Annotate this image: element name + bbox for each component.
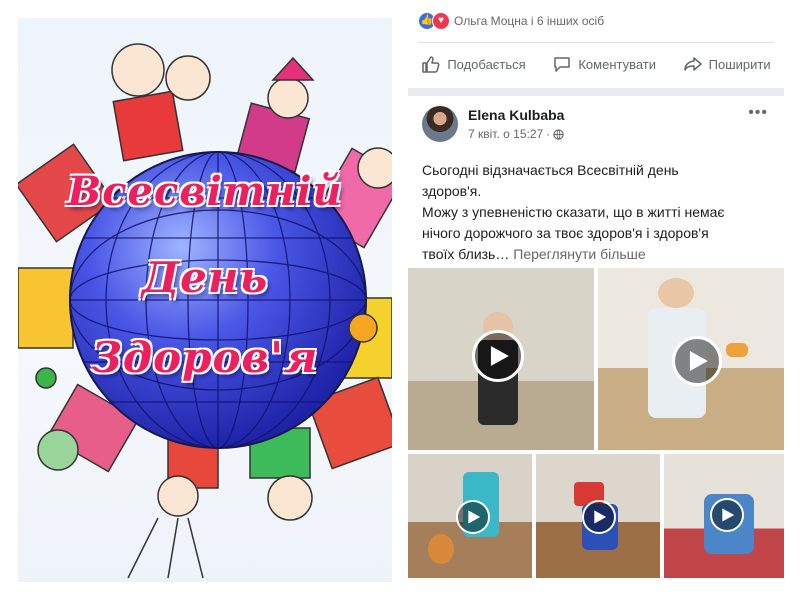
world-health-day-poster: Всесвітній День Здоров'я	[18, 18, 392, 582]
post-text-line: Сьогодні відзначається Всесвітній день	[422, 162, 679, 178]
like-label: Подобається	[447, 56, 526, 72]
play-button[interactable]	[472, 330, 524, 382]
comment-label: Коментувати	[578, 56, 657, 72]
like-button[interactable]: Подобається	[421, 54, 526, 74]
play-icon	[468, 510, 481, 524]
author-avatar[interactable]	[422, 106, 458, 142]
play-button[interactable]	[456, 500, 490, 534]
play-icon	[594, 510, 607, 524]
poster-title-line1: Всесвітній	[67, 168, 343, 215]
facebook-feed: 👍 ♥ Ольга Моцна і 6 інших осіб Подобаєть…	[408, 0, 784, 600]
play-button[interactable]	[710, 498, 744, 532]
thumbs-up-icon	[422, 56, 440, 73]
comment-icon	[554, 57, 571, 72]
video-thumbnail[interactable]	[664, 454, 784, 578]
meta-dot: ·	[546, 127, 551, 141]
post-actions-bar: Подобається Коментувати Поширити	[408, 47, 784, 81]
see-more-link[interactable]: Переглянути більше	[513, 246, 645, 262]
divider	[418, 42, 774, 43]
child-figure	[658, 278, 694, 308]
post-timestamp[interactable]: 7 квіт. о 15:27	[468, 127, 543, 141]
share-label: Поширити	[708, 56, 771, 72]
more-options-icon[interactable]: •••	[748, 104, 768, 122]
play-button[interactable]	[672, 336, 722, 386]
post-author[interactable]: Elena Kulbaba	[468, 107, 564, 123]
poster-title-line3: Здоров'я	[91, 333, 319, 382]
post-text-line: здоров'я.	[422, 183, 482, 199]
love-reaction-icon: ♥	[432, 12, 450, 30]
oranges	[726, 343, 748, 357]
video-thumbnail[interactable]	[408, 454, 532, 578]
video-thumbnail[interactable]	[598, 268, 784, 450]
poster-title-line2: День	[141, 253, 269, 302]
post-text: Сьогодні відзначається Всесвітній день з…	[422, 160, 774, 265]
post-text-line: твоїх близь…	[422, 246, 510, 262]
globe-privacy-icon	[553, 128, 564, 140]
play-icon	[722, 508, 735, 522]
comment-button[interactable]: Коментувати	[552, 54, 656, 74]
video-thumbnail[interactable]	[536, 454, 660, 578]
play-icon	[689, 351, 708, 371]
share-button[interactable]: Поширити	[683, 54, 771, 74]
reactions-summary[interactable]: 👍 ♥ Ольга Моцна і 6 інших осіб	[418, 12, 604, 30]
reactions-text: Ольга Моцна і 6 інших осіб	[454, 14, 605, 28]
post-text-line: нічого дорожчого за твоє здоров'я і здор…	[422, 225, 709, 241]
share-arrow-icon	[683, 57, 702, 71]
cat	[428, 534, 454, 564]
video-thumbnail[interactable]	[408, 268, 594, 450]
feed-separator	[408, 88, 784, 96]
post-text-last-line: твоїх близь… Переглянути більше	[422, 244, 774, 265]
play-icon	[490, 346, 509, 366]
post-text-line: Можу з упевненістю сказати, що в житті н…	[422, 204, 725, 220]
post-meta: 7 квіт. о 15:27 ·	[468, 127, 564, 141]
play-button[interactable]	[582, 500, 616, 534]
